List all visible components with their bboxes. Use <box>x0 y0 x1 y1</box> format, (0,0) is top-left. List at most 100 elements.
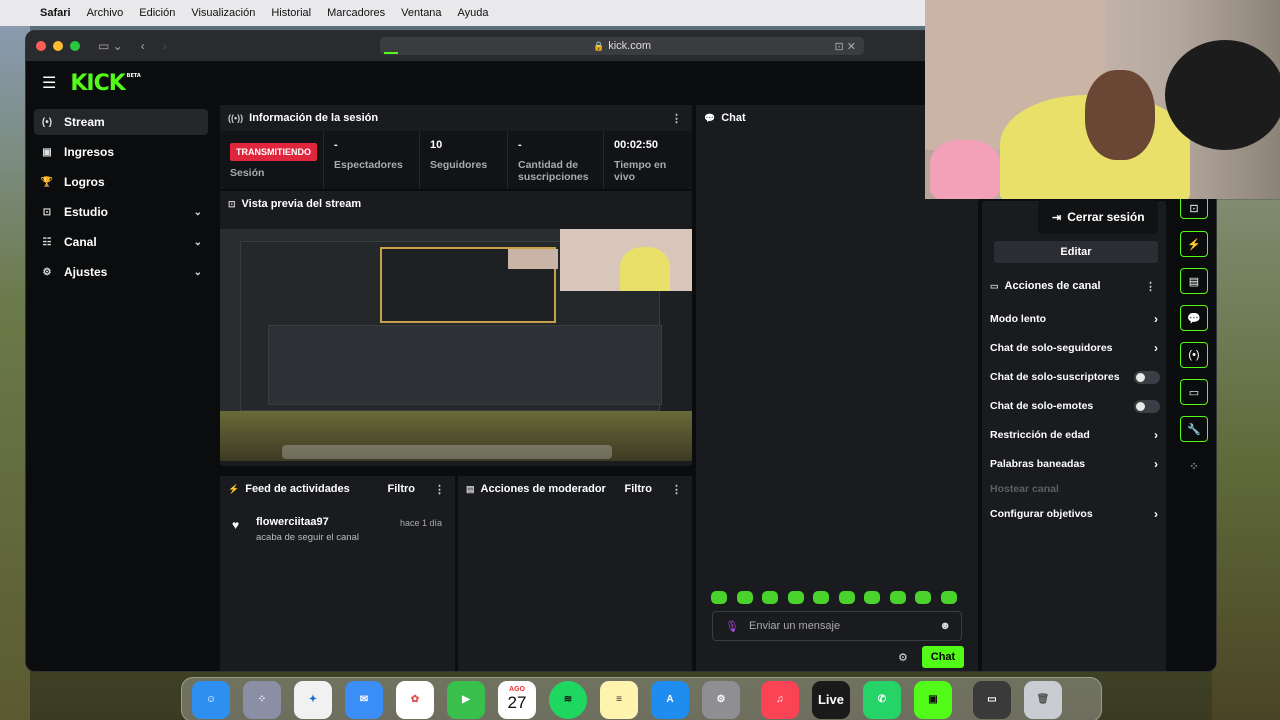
stat-subscriptions: - Cantidad de suscripciones <box>508 131 604 189</box>
emote-icon[interactable] <box>711 591 727 604</box>
sidebar-item-stream[interactable]: (•) Stream <box>34 109 208 135</box>
chat-send-button[interactable]: Chat <box>922 646 964 668</box>
back-arrow-icon[interactable]: ‹ <box>141 39 145 53</box>
music-icon[interactable]: ♫ <box>761 680 799 719</box>
filter-button[interactable]: Filtro <box>388 483 416 495</box>
launchpad-icon[interactable]: ⁘ <box>243 680 281 719</box>
ableton-live-icon[interactable]: Live <box>812 680 850 719</box>
more-options-icon[interactable]: ⋮ <box>434 483 445 496</box>
emote-icon[interactable] <box>889 591 906 604</box>
translate-close-icon[interactable]: ⊡ ✕ <box>835 40 857 53</box>
menu-safari[interactable]: Safari <box>40 7 71 19</box>
action-age-restriction[interactable]: Restricción de edad › <box>990 425 1162 445</box>
trash-icon[interactable]: 🗑 <box>1024 680 1062 719</box>
sidebar-item-estudio[interactable]: ⊡ Estudio ⌄ <box>34 199 208 225</box>
broadcast-icon[interactable]: (•) <box>1180 342 1208 368</box>
feed-username[interactable]: flowerciitaa97 <box>256 516 329 528</box>
feed-action: acaba de seguir el canal <box>256 532 359 543</box>
safari-icon[interactable]: ✦ <box>294 680 332 719</box>
channel-icon: ☷ <box>42 236 52 248</box>
menu-historial[interactable]: Historial <box>271 7 311 19</box>
document-icon[interactable]: ▤ <box>1180 268 1208 294</box>
notes-icon[interactable]: ≡ <box>600 680 638 719</box>
sidebar-item-canal[interactable]: ☷ Canal ⌄ <box>34 229 208 255</box>
calendar-icon[interactable]: AGO 27 <box>498 680 536 719</box>
action-set-goals[interactable]: Configurar objetivos › <box>990 504 1162 524</box>
stat-label: Cantidad de suscripciones <box>518 159 589 183</box>
stream-preview-video[interactable] <box>220 229 692 461</box>
preview-icon: ⊡ <box>228 198 236 209</box>
system-settings-icon[interactable]: ⚙ <box>702 680 740 719</box>
lightning-icon[interactable]: ⚡ <box>1180 231 1208 257</box>
more-widgets-icon[interactable]: ⁘ <box>1180 453 1208 479</box>
action-banned-words[interactable]: Palabras baneadas › <box>990 454 1162 474</box>
live-window-thumbnail-icon[interactable]: ▭ <box>973 680 1011 719</box>
emotes-only-toggle[interactable] <box>1134 399 1160 413</box>
sidebar-item-label: Ingresos <box>64 145 115 159</box>
sidebar-item-label: Logros <box>64 175 105 189</box>
logout-label: Cerrar sesión <box>1067 210 1145 224</box>
more-options-icon[interactable]: ⋮ <box>1145 280 1156 293</box>
chat-bubble-icon[interactable]: 💬 <box>1180 305 1208 331</box>
emote-icon[interactable] <box>813 591 829 604</box>
menu-edicion[interactable]: Edición <box>139 7 175 19</box>
zoom-window-button[interactable] <box>70 41 80 51</box>
calendar-month: AGO <box>509 686 525 693</box>
sidebar-toggle-icon[interactable]: ▭ ⌄ <box>98 39 123 53</box>
action-followers-only[interactable]: Chat de solo-seguidores › <box>990 338 1162 358</box>
preview-toggle-icon[interactable]: ⊡ <box>1180 199 1208 219</box>
emote-icon[interactable] <box>838 591 855 604</box>
menu-marcadores[interactable]: Marcadores <box>327 7 385 19</box>
mail-icon[interactable]: ✉ <box>345 680 383 719</box>
more-options-icon[interactable]: ⋮ <box>671 483 682 496</box>
logout-menu-item[interactable]: ⇥ Cerrar sesión <box>1038 200 1158 234</box>
menu-ayuda[interactable]: Ayuda <box>458 7 489 19</box>
wrench-icon[interactable]: 🔧 <box>1180 416 1208 442</box>
filter-button[interactable]: Filtro <box>625 483 653 495</box>
stat-value: - <box>334 139 338 151</box>
feed-time: hace 1 día <box>400 518 443 528</box>
action-emotes-only: Chat de solo-emotes <box>990 396 1162 416</box>
more-options-icon[interactable]: ⋮ <box>671 112 682 125</box>
photos-icon[interactable]: ✿ <box>396 680 434 719</box>
sidebar-item-ingresos[interactable]: ▣ Ingresos <box>34 139 208 165</box>
panel-header: ⊡ Vista previa del stream <box>220 191 692 217</box>
live-badge: TRANSMITIENDO <box>230 143 317 161</box>
chat-message-input[interactable]: 🎙 Enviar un mensaje ☻ <box>712 611 962 641</box>
finder-icon[interactable]: ☺ <box>192 680 230 719</box>
forward-arrow-icon[interactable]: › <box>163 39 167 53</box>
emote-icon[interactable] <box>736 591 753 604</box>
hamburger-menu-icon[interactable]: ☰ <box>42 73 56 93</box>
emote-icon[interactable] <box>940 591 957 604</box>
edit-button[interactable]: Editar <box>994 241 1158 263</box>
lightning-icon: ⚡ <box>228 483 240 494</box>
emote-icon[interactable] <box>864 591 880 604</box>
kick-logo[interactable]: KICK BETA <box>70 71 140 96</box>
spotify-icon[interactable]: ≋ <box>549 680 587 719</box>
emote-icon[interactable] <box>787 591 804 604</box>
microphone-icon[interactable]: 🎙 <box>725 620 739 633</box>
close-window-button[interactable] <box>36 41 46 51</box>
emote-icon[interactable] <box>762 591 778 604</box>
channel-actions-icon[interactable]: ▭ <box>1180 379 1208 405</box>
stat-followers: 10 Seguidores <box>420 131 508 189</box>
facetime-icon[interactable]: ▶ <box>447 680 485 719</box>
menu-visualizacion[interactable]: Visualización <box>191 7 255 19</box>
subscribers-only-toggle[interactable] <box>1134 370 1160 384</box>
chat-settings-gear-icon[interactable]: ⚙ <box>898 651 908 664</box>
sidebar-item-logros[interactable]: 🏆 Logros <box>34 169 208 195</box>
address-bar[interactable]: 🔒 kick.com ⊡ ✕ <box>380 37 864 55</box>
whatsapp-icon[interactable]: ✆ <box>863 680 901 719</box>
minimize-window-button[interactable] <box>53 41 63 51</box>
app-store-icon[interactable]: A <box>651 680 689 719</box>
kick-studio-icon[interactable]: ▣ <box>914 680 952 719</box>
emoji-icon[interactable]: ☻ <box>939 620 951 632</box>
studio-icon: ⊡ <box>42 206 52 218</box>
emote-icon[interactable] <box>915 591 931 604</box>
menu-ventana[interactable]: Ventana <box>401 7 441 19</box>
menu-archivo[interactable]: Archivo <box>87 7 124 19</box>
channel-actions-column: Editar ▭ Acciones de canal ⋮ Modo lento ›… <box>982 201 1166 671</box>
panel-title: Información de la sesión <box>249 112 379 124</box>
sidebar-item-ajustes[interactable]: ⚙ Ajustes ⌄ <box>34 259 208 285</box>
action-slow-mode[interactable]: Modo lento › <box>990 309 1162 329</box>
